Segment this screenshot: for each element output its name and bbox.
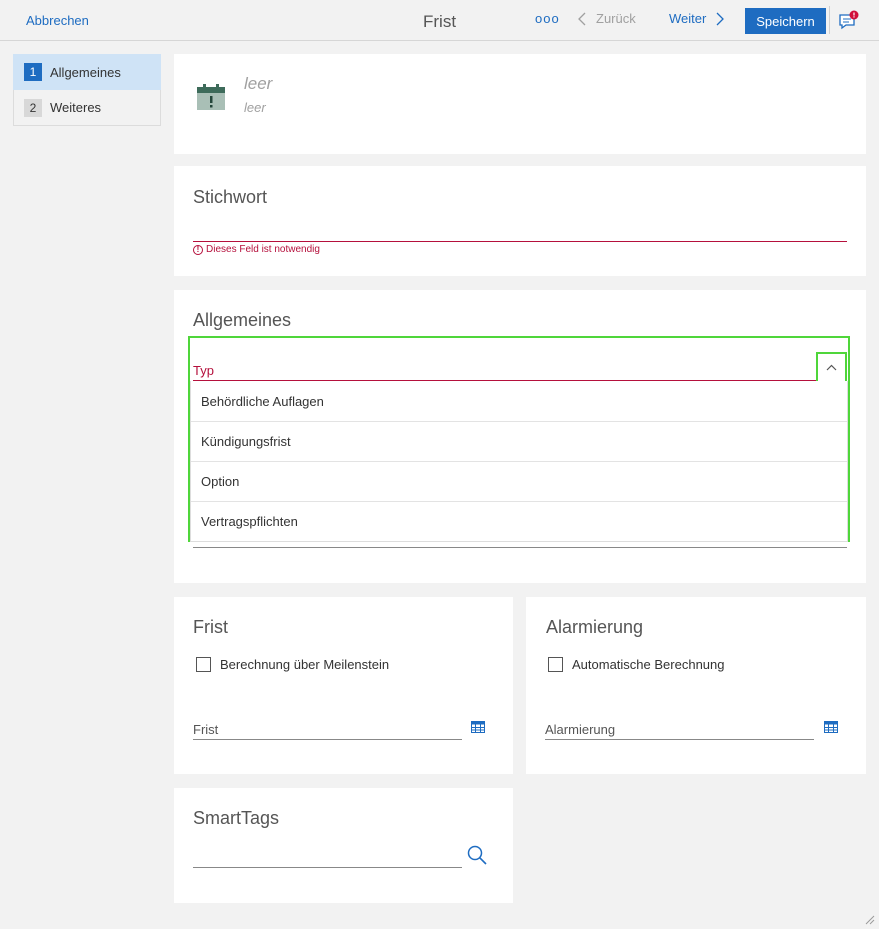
next-label: Weiter (669, 11, 707, 26)
step-number: 2 (24, 98, 42, 117)
page-title: Frist (423, 12, 457, 31)
smarttags-input[interactable] (193, 867, 462, 868)
step-navigation: 1 Allgemeines 2 Weiteres (13, 54, 161, 126)
hidden-field-underline (193, 547, 847, 548)
alarmierung-title: Alarmierung (546, 617, 644, 637)
frist-date-input[interactable] (193, 739, 462, 740)
record-title: leer (244, 74, 273, 93)
nav-item-label: Allgemeines (50, 64, 121, 80)
back-button[interactable]: Zurück (578, 11, 636, 26)
toolbar: Abbrechen Frist ooo Zurück Weiter Speich… (0, 0, 879, 41)
resize-grip-icon[interactable] (865, 915, 875, 925)
option-vertragspflichten[interactable]: Vertragspflichten (191, 501, 847, 541)
checkbox-box[interactable] (548, 657, 563, 672)
checkbox-label: Berechnung über Meilenstein (220, 657, 390, 672)
stichwort-input[interactable] (193, 241, 847, 242)
nav-item-weiteres[interactable]: 2 Weiteres (13, 90, 161, 126)
chevron-left-icon (578, 12, 586, 25)
search-icon[interactable] (466, 844, 488, 866)
typ-dropdown-toggle[interactable] (816, 352, 847, 383)
frist-field-label: Frist (193, 722, 219, 737)
typ-label: Typ (193, 363, 214, 378)
nav-item-label: Weiteres (50, 100, 102, 115)
deadline-calendar-icon (197, 84, 225, 110)
chevron-right-icon (716, 12, 725, 25)
comment-notification-icon[interactable] (838, 10, 860, 32)
option-behoerdliche-auflagen[interactable]: Behördliche Auflagen (191, 381, 847, 421)
auto-calc-checkbox[interactable]: Automatische Berechnung (548, 657, 724, 672)
smarttags-card: SmartTags (174, 788, 513, 903)
step-number: 1 (24, 63, 42, 81)
save-button[interactable]: Speichern (745, 8, 826, 34)
chevron-up-icon (826, 364, 837, 371)
toolbar-divider (829, 6, 830, 34)
frist-title: Frist (193, 617, 228, 637)
frist-card: Frist Berechnung über Meilenstein Frist (174, 597, 513, 774)
nav-item-allgemeines[interactable]: 1 Allgemeines (13, 54, 161, 90)
validation-error: ! Dieses Feld ist notwendig (193, 244, 320, 255)
allgemeines-title: Allgemeines (193, 310, 292, 330)
option-kuendigungsfrist[interactable]: Kündigungsfrist (191, 421, 847, 461)
checkbox-box[interactable] (196, 657, 211, 672)
checkbox-label: Automatische Berechnung (572, 657, 725, 672)
smarttags-title: SmartTags (193, 808, 280, 828)
option-option[interactable]: Option (191, 461, 847, 501)
error-icon: ! (193, 244, 203, 255)
next-button[interactable]: Weiter (669, 11, 725, 26)
record-subtitle: leer (244, 100, 266, 115)
record-header-card: leer leer (174, 54, 866, 154)
typ-options-list: Behördliche Auflagen Kündigungsfrist Opt… (190, 381, 848, 542)
meilenstein-checkbox[interactable]: Berechnung über Meilenstein (196, 657, 389, 672)
alarmierung-field-label: Alarmierung (545, 722, 616, 737)
stichwort-title: Stichwort (193, 187, 268, 207)
stichwort-card: Stichwort ! Dieses Feld ist notwendig (174, 166, 866, 276)
cancel-button[interactable]: Abbrechen (26, 13, 89, 28)
error-text: Dieses Feld ist notwendig (206, 244, 320, 255)
back-label: Zurück (596, 11, 636, 26)
alarmierung-date-input[interactable] (545, 739, 814, 740)
calendar-icon[interactable] (824, 721, 838, 733)
more-button[interactable]: ooo (535, 11, 560, 26)
calendar-icon[interactable] (471, 721, 485, 733)
alarmierung-card: Alarmierung Automatische Berechnung Alar… (526, 597, 866, 774)
